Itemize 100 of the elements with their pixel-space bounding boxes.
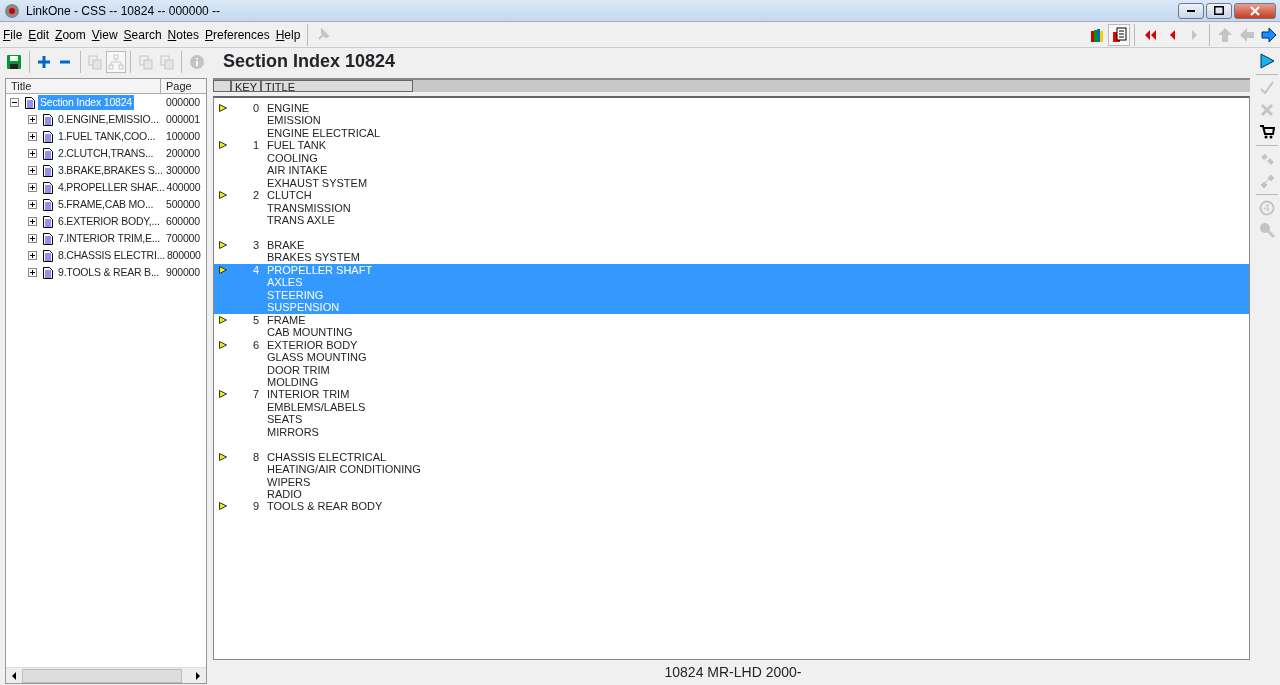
page-title: Section Index 10824: [222, 50, 397, 73]
tree-item[interactable]: 5.FRAME,CAB MO...: [56, 196, 166, 213]
scroll-right-icon[interactable]: [194, 671, 202, 680]
document-icon: [25, 96, 35, 109]
tree-item[interactable]: 9.TOOLS & REAR B...: [56, 264, 166, 281]
hierarchy-icon: [107, 54, 124, 70]
expander-icon[interactable]: [28, 251, 37, 260]
copy-icon: [158, 54, 175, 70]
expander-icon[interactable]: [28, 149, 37, 158]
title-cell-text: CHASSIS ELECTRICAL: [267, 450, 388, 464]
tree-item[interactable]: 2.CLUTCH,TRANS...: [56, 145, 166, 162]
menu-item[interactable]: Preferences: [201, 25, 273, 44]
document-icon: [43, 215, 53, 228]
tree-item[interactable]: 7.INTERIOR TRIM,E...: [56, 230, 166, 247]
magnifier-icon: [1258, 222, 1275, 238]
page-number: 400000: [166, 179, 202, 195]
title-cell-text: CLUTCH: [267, 189, 313, 202]
scrollbar-thumb[interactable]: [22, 668, 182, 683]
expander-icon[interactable]: [28, 115, 37, 124]
tree-item[interactable]: 8.CHASSIS ELECTRI...: [56, 247, 167, 264]
title-cell-text: MIRRORS: [267, 425, 320, 439]
horizontal-scrollbar[interactable]: [6, 667, 206, 683]
close-icon: [1250, 5, 1260, 16]
menu-item[interactable]: Edit: [25, 25, 53, 44]
check-icon: [1258, 80, 1275, 96]
page-number: 800000: [166, 247, 202, 263]
arrow-flag-icon: [219, 502, 227, 511]
title-cell-text: RADIO: [267, 488, 303, 501]
column-header[interactable]: KEY: [231, 80, 261, 92]
scroll-left-icon[interactable]: [10, 671, 18, 680]
title-cell-text: DOOR TRIM: [267, 363, 331, 376]
arrow-flag-icon: [219, 315, 227, 324]
title-cell-text: INTERIOR TRIM: [267, 388, 351, 401]
document-icon: [43, 147, 53, 160]
expander-icon[interactable]: [28, 200, 37, 209]
close-button[interactable]: [1234, 2, 1276, 19]
tree-item[interactable]: 4.PROPELLER SHAF...: [56, 179, 167, 196]
key-cell-text: 6: [251, 338, 259, 353]
arrow-flag-icon: [219, 452, 227, 461]
menu-item[interactable]: File: [0, 25, 26, 44]
info-icon: [188, 54, 205, 70]
menu-item[interactable]: View: [88, 25, 121, 44]
expander-icon[interactable]: [28, 166, 37, 175]
window-title: LinkOne - CSS -- 10824 -- 000000 --: [26, 2, 221, 20]
key-cell-text: 8: [251, 450, 259, 465]
column-header[interactable]: Title: [6, 79, 161, 93]
page-number: 600000: [166, 213, 201, 229]
tree-item[interactable]: 6.EXTERIOR BODY,...: [56, 213, 166, 230]
page-number: 200000: [166, 145, 201, 161]
expander-icon[interactable]: [28, 268, 37, 277]
expander-icon[interactable]: [28, 132, 37, 141]
key-cell-text: 7: [251, 388, 259, 403]
page-number: 000001: [166, 111, 201, 127]
key-cell-text: 3: [251, 238, 259, 253]
tree-item[interactable]: 0.ENGINE,EMISSIO...: [56, 111, 166, 128]
key-cell-text: 9: [251, 500, 259, 513]
play-icon: [1258, 53, 1275, 69]
arrow-flag-icon: [219, 191, 227, 200]
up-arrow-icon: [1217, 26, 1233, 43]
column-header[interactable]: TITLE: [261, 80, 413, 92]
title-cell: EMBLEMS/LABELS: [267, 400, 366, 414]
document-icon: [43, 232, 53, 245]
expander-icon[interactable]: [28, 234, 37, 243]
maximize-icon: [1214, 6, 1224, 15]
title-cell-text: TRANS AXLE: [267, 214, 336, 227]
menu-item[interactable]: Help: [272, 25, 304, 44]
title-cell-text: MOLDING: [267, 375, 320, 389]
title-cell: CAB MOUNTING: [267, 326, 353, 339]
menu-item[interactable]: Search: [120, 25, 165, 44]
document-icon: [43, 198, 53, 211]
maximize-button[interactable]: [1206, 2, 1232, 19]
title-cell: HEATING/AIR CONDITIONING: [267, 463, 421, 476]
menu-item[interactable]: Notes: [164, 25, 202, 44]
document-icon: [43, 113, 53, 126]
page-number: 500000: [166, 196, 201, 212]
title-cell-text: SUSPENSION: [267, 301, 341, 314]
title-cell-text: FUEL TANK: [267, 139, 328, 152]
title-cell-text: FRAME: [267, 313, 307, 327]
title-cell-text: WIPERS: [267, 475, 312, 488]
title-cell-text: EXTERIOR BODY: [267, 338, 359, 352]
tree-item[interactable]: 1.FUEL TANK,COO...: [56, 128, 166, 145]
status-text: 10824 MR-LHD 2000-: [663, 662, 803, 682]
tree-item[interactable]: 3.BRAKE,BRAKES S...: [56, 162, 166, 179]
key-cell-text: 2: [251, 189, 259, 204]
minimize-button[interactable]: [1178, 2, 1204, 19]
column-header[interactable]: Page: [161, 79, 206, 93]
title-cell: TRANSMISSION: [267, 201, 351, 215]
menu-item[interactable]: Zoom: [52, 25, 89, 44]
expander-icon[interactable]: [28, 217, 37, 226]
expander-icon[interactable]: [10, 98, 19, 107]
title-cell-text: STEERING: [267, 288, 325, 302]
document-button[interactable]: [1108, 23, 1130, 46]
page-number: 900000: [166, 264, 201, 280]
title-cell: BRAKES SYSTEM: [267, 251, 360, 264]
title-cell-text: AIR INTAKE: [267, 164, 329, 177]
close-icon: [1258, 102, 1275, 118]
title-cell: ENGINE ELECTRICAL: [267, 126, 381, 140]
expander-icon[interactable]: [28, 183, 37, 192]
minimize-icon: [1187, 9, 1195, 12]
arrow-flag-icon: [219, 265, 227, 274]
